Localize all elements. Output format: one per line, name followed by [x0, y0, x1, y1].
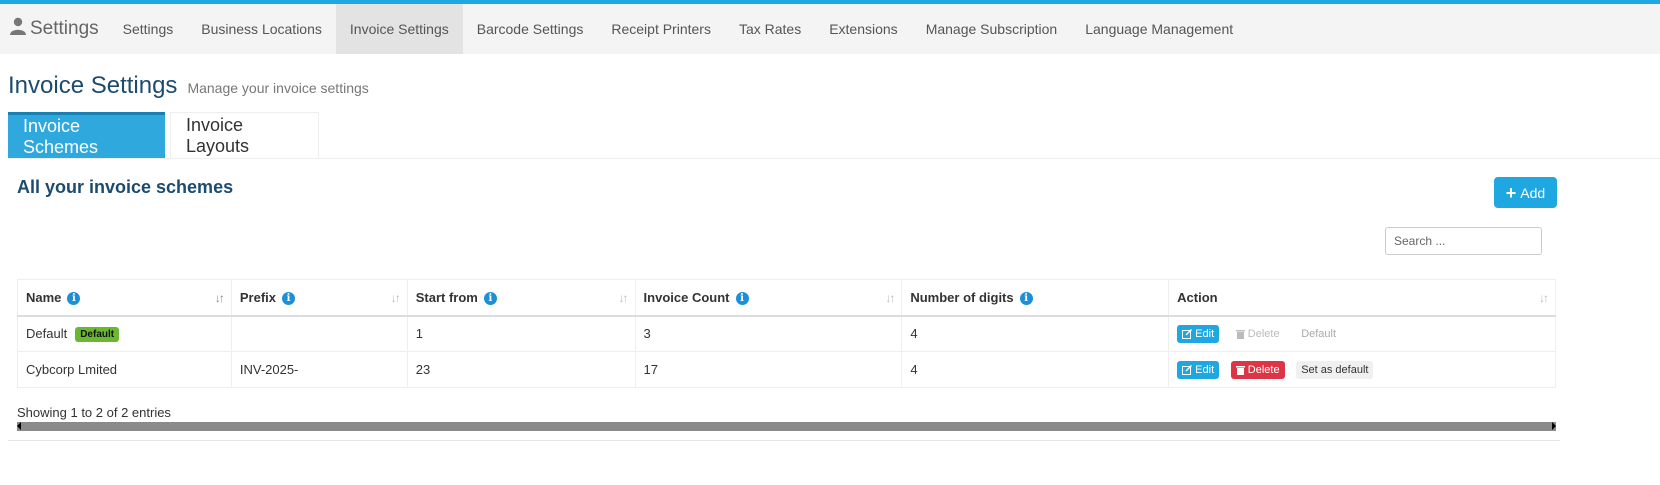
- set-as-default-button[interactable]: Set as default: [1296, 360, 1374, 379]
- add-button-label: Add: [1520, 184, 1546, 201]
- navbar-brand-label: Settings: [30, 18, 99, 39]
- add-scheme-button[interactable]: + Add: [1494, 177, 1557, 208]
- column-header-invoice-count[interactable]: Invoice Count i ↓↑: [634, 279, 903, 317]
- tab-divider: [8, 158, 1660, 159]
- column-header-prefix[interactable]: Prefix i ↓↑: [230, 279, 408, 317]
- trash-icon: [1235, 329, 1245, 339]
- cell-actions: Edit Delete Default: [1168, 315, 1556, 352]
- nav-item-label: Extensions: [829, 21, 898, 37]
- scheme-name: Cybcorp Lmited: [26, 362, 118, 377]
- column-header-action[interactable]: Action ↓↑: [1168, 279, 1556, 317]
- cell-name: Cybcorp Lmited: [17, 351, 232, 388]
- page-title: Invoice Settings: [8, 72, 178, 99]
- nav-item-label: Tax Rates: [738, 21, 802, 37]
- default-button-disabled: Default: [1301, 327, 1337, 340]
- nav-item-tax-rates[interactable]: Tax Rates: [725, 4, 815, 54]
- cell-actions: Edit Delete Set as default: [1168, 351, 1556, 388]
- cell-name: Default Default: [17, 315, 232, 352]
- cell-prefix: [230, 315, 408, 352]
- table-row: Default Default 1 3 4 Edit Delete Default: [17, 315, 1556, 352]
- nav-item-label: Barcode Settings: [476, 21, 584, 37]
- nav-item-receipt-printers[interactable]: Receipt Printers: [597, 4, 725, 54]
- cell-digits: 4: [901, 315, 1170, 352]
- entries-info: Showing 1 to 2 of 2 entries: [17, 405, 171, 420]
- column-label: Action: [1177, 289, 1218, 305]
- cell-invoice-count: 3: [634, 315, 903, 352]
- cell-invoice-count: 17: [634, 351, 903, 388]
- delete-button-disabled: Delete: [1231, 325, 1285, 343]
- nav-item-label: Business Locations: [201, 21, 322, 37]
- nav-item-manage-subscription[interactable]: Manage Subscription: [912, 4, 1072, 54]
- info-icon[interactable]: i: [282, 291, 295, 305]
- nav-item-label: Receipt Printers: [611, 21, 711, 37]
- tab-label: Invoice Schemes: [23, 116, 99, 157]
- delete-label: Delete: [1247, 363, 1280, 376]
- column-label: Number of digits: [910, 289, 1014, 305]
- nav-item-extensions[interactable]: Extensions: [815, 4, 911, 54]
- edit-icon: [1182, 328, 1193, 339]
- scroll-right-icon[interactable]: [1552, 422, 1556, 430]
- cell-prefix: INV-2025-: [230, 351, 408, 388]
- nav-item-invoice-settings[interactable]: Invoice Settings: [335, 4, 463, 54]
- edit-button[interactable]: Edit: [1177, 324, 1220, 343]
- tab-bar: Invoice Schemes Invoice Layouts: [8, 112, 319, 159]
- scheme-name: Default: [26, 325, 68, 341]
- box-title: All your invoice schemes: [17, 177, 234, 197]
- sort-asc-icon: ↓↑: [214, 291, 225, 305]
- nav-item-label: Settings: [122, 21, 174, 37]
- delete-label: Delete: [1247, 327, 1280, 340]
- trash-icon: [1235, 365, 1245, 375]
- box-bottom-divider: [8, 440, 1560, 441]
- edit-icon: [1182, 364, 1193, 375]
- nav-item-barcode-settings[interactable]: Barcode Settings: [463, 4, 598, 54]
- info-icon[interactable]: i: [67, 291, 81, 305]
- nav-item-label: Language Management: [1085, 21, 1234, 37]
- table-row: Cybcorp Lmited INV-2025- 23 17 4 Edit De…: [17, 351, 1556, 388]
- column-label: Name: [26, 289, 62, 305]
- page-header: Invoice Settings Manage your invoice set…: [8, 72, 369, 100]
- tab-label: Invoice Layouts: [186, 115, 250, 156]
- column-label: Start from: [415, 289, 478, 305]
- column-label: Prefix: [239, 289, 276, 305]
- edit-label: Edit: [1195, 327, 1215, 340]
- navbar-brand[interactable]: Settings: [0, 4, 109, 54]
- sort-icon: ↓↑: [1539, 291, 1549, 305]
- column-header-name[interactable]: Name i ↓↑: [17, 279, 232, 317]
- nav-item-settings[interactable]: Settings: [109, 4, 188, 54]
- search-input[interactable]: [1385, 227, 1542, 255]
- invoice-schemes-table: Name i ↓↑ Prefix i ↓↑ Start from i ↓↑ Invoice …: [17, 279, 1556, 388]
- cell-start-from: 1: [406, 315, 636, 352]
- info-icon[interactable]: i: [1019, 291, 1033, 305]
- edit-label: Edit: [1195, 363, 1215, 376]
- cell-start-from: 23: [406, 351, 636, 388]
- tab-invoice-layouts[interactable]: Invoice Layouts: [170, 112, 319, 159]
- column-label: Invoice Count: [643, 289, 730, 305]
- user-icon: [10, 17, 30, 41]
- default-badge: Default: [75, 326, 120, 342]
- sort-icon: ↓↑: [618, 291, 629, 305]
- tab-invoice-schemes[interactable]: Invoice Schemes: [8, 112, 165, 159]
- delete-button[interactable]: Delete: [1230, 360, 1285, 379]
- info-icon[interactable]: i: [735, 291, 749, 305]
- column-header-number-of-digits[interactable]: Number of digits i: [901, 279, 1170, 317]
- nav-item-language-management[interactable]: Language Management: [1071, 4, 1247, 54]
- nav-item-business-locations[interactable]: Business Locations: [187, 4, 336, 54]
- column-header-start-from[interactable]: Start from i ↓↑: [406, 279, 636, 317]
- info-icon[interactable]: i: [483, 291, 497, 305]
- nav-item-label: Invoice Settings: [349, 21, 449, 37]
- sort-icon: ↓↑: [885, 291, 895, 305]
- horizontal-scrollbar[interactable]: [17, 422, 1556, 431]
- scroll-left-icon[interactable]: [17, 422, 21, 430]
- plus-icon: +: [1505, 182, 1517, 203]
- sort-icon: ↓↑: [390, 291, 401, 305]
- page-subtitle: Manage your invoice settings: [187, 80, 369, 96]
- cell-digits: 4: [901, 351, 1170, 388]
- table-header-row: Name i ↓↑ Prefix i ↓↑ Start from i ↓↑ Invoice …: [17, 279, 1556, 317]
- settings-navbar: Settings Settings Business Locations Inv…: [0, 4, 1660, 54]
- edit-button[interactable]: Edit: [1177, 360, 1220, 379]
- nav-item-label: Manage Subscription: [925, 21, 1058, 37]
